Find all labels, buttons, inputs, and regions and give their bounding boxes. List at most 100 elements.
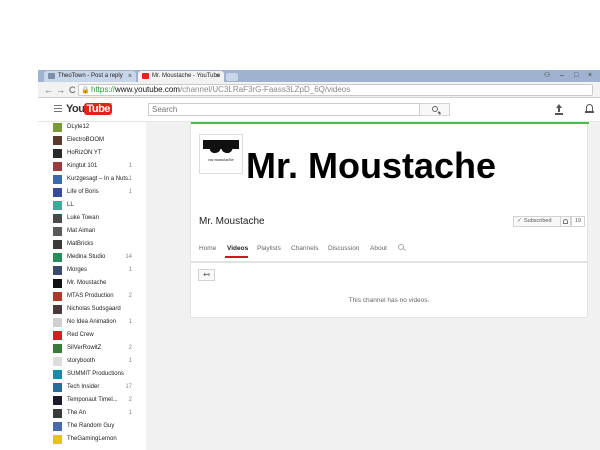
subscription-item[interactable]: Tech Insider 17	[38, 382, 146, 395]
subscription-name: Temponaut Timel...	[67, 397, 118, 403]
subscription-item[interactable]: Temponaut Timel... 2	[38, 395, 146, 408]
back-arrow-button[interactable]: ↤	[198, 269, 215, 281]
subscription-item[interactable]: ElectroBOOM	[38, 135, 146, 148]
subscription-item[interactable]: Kurzgesagt – In a Nuts... 1	[38, 174, 146, 187]
subscription-item[interactable]: SUMMIT Productions	[38, 369, 146, 382]
channel-tabs: Home Videos Playlists Channels Discussio…	[191, 240, 587, 262]
subscription-name: storybooth	[67, 358, 96, 364]
subscription-name: Life of Boris	[67, 189, 99, 195]
new-video-count: 1	[128, 176, 132, 182]
guide-menu-icon[interactable]	[54, 105, 62, 113]
notification-settings-button[interactable]	[561, 216, 571, 227]
subscription-item[interactable]: Morges 1	[38, 265, 146, 278]
subscription-name: ElectroBOOM	[67, 137, 105, 143]
new-tab-button[interactable]	[226, 73, 238, 81]
tab-about[interactable]: About	[370, 244, 387, 253]
tab-youtube[interactable]: Mr. Moustache - YouTube ×	[138, 71, 224, 82]
channel-search-icon[interactable]	[398, 244, 404, 250]
subscription-name: SUMMIT Productions	[67, 371, 124, 377]
subscription-item[interactable]: LL	[38, 200, 146, 213]
channel-avatar-icon	[53, 266, 62, 275]
new-video-count: 1	[128, 410, 132, 416]
close-tab-icon[interactable]: ×	[216, 71, 220, 82]
logo-region: MY	[105, 103, 112, 109]
subscription-item[interactable]: TheGamingLemon	[38, 434, 146, 447]
address-bar[interactable]: 🔒 https://www.youtube.com/channel/UC3LRa…	[78, 84, 593, 96]
subscription-item[interactable]: SilVerRowitZ 2	[38, 343, 146, 356]
tab-title: Mr. Moustache - YouTube	[152, 73, 221, 79]
minimize-icon[interactable]: –	[560, 70, 564, 81]
channel-avatar-icon	[53, 279, 62, 288]
tab-theotown[interactable]: TheoTown - Post a reply ×	[44, 71, 136, 82]
tab-discussion[interactable]: Discussion	[328, 244, 359, 253]
tab-playlists[interactable]: Playlists	[257, 244, 281, 253]
new-video-count: 2	[128, 345, 132, 351]
checkmark-icon: ✓	[517, 218, 523, 224]
tab-home[interactable]: Home	[199, 244, 216, 253]
subscription-name: The An	[67, 410, 87, 416]
new-video-count: 1	[128, 358, 132, 364]
upload-icon[interactable]	[555, 104, 563, 115]
search-button[interactable]	[420, 103, 450, 116]
reload-icon[interactable]: C	[69, 84, 76, 96]
tab-videos[interactable]: Videos	[227, 244, 248, 253]
maximize-icon[interactable]: □	[574, 70, 578, 81]
subscription-name: Tech Insider	[67, 384, 100, 390]
subscription-name: Medina Studio	[67, 254, 106, 260]
tab-channels[interactable]: Channels	[291, 244, 318, 253]
channel-avatar-icon	[53, 214, 62, 223]
moustache-icon	[210, 148, 232, 154]
profile-icon[interactable]: ⚇	[544, 70, 550, 81]
subscription-name: SilVerRowitZ	[67, 345, 102, 351]
subscription-name: Kingtut 101	[67, 163, 98, 169]
subscription-item[interactable]: The Random Guy	[38, 421, 146, 434]
url-host: www.youtube.com	[115, 85, 180, 94]
subscription-item[interactable]: Luke Towan	[38, 213, 146, 226]
subscription-name: Red Crew	[67, 332, 94, 338]
youtube-logo[interactable]: You Tube MY	[66, 103, 112, 116]
new-video-count: 1	[128, 189, 132, 195]
channel-avatar-icon	[53, 370, 62, 379]
close-tab-icon[interactable]: ×	[128, 71, 132, 82]
channel-avatar[interactable]: mr moustache	[199, 134, 243, 174]
subscription-item[interactable]: storybooth 1	[38, 356, 146, 369]
subscription-item[interactable]: No Idea Animation 1	[38, 317, 146, 330]
bell-icon	[563, 219, 568, 224]
subscription-item[interactable]: Mr. Moustache	[38, 278, 146, 291]
subscription-item[interactable]: DLyte12	[38, 122, 146, 135]
subscription-name: Mr. Moustache	[67, 280, 107, 286]
subscription-item[interactable]: MTAS Production 2	[38, 291, 146, 304]
back-icon[interactable]: ←	[44, 84, 53, 96]
close-window-icon[interactable]: ×	[588, 70, 592, 81]
subscription-item[interactable]: Red Crew	[38, 330, 146, 343]
subscription-item[interactable]: MatBricks	[38, 239, 146, 252]
channel-avatar-icon	[53, 331, 62, 340]
subscription-item[interactable]: Nicholas Sudsgaard	[38, 304, 146, 317]
active-tab-indicator	[225, 256, 248, 258]
notifications-bell-icon[interactable]	[585, 103, 594, 114]
forward-icon[interactable]: →	[56, 84, 65, 96]
search-icon	[432, 106, 438, 112]
channel-avatar-icon	[53, 188, 62, 197]
subscription-name: The Random Guy	[67, 423, 115, 429]
channel-avatar-icon	[53, 357, 62, 366]
channel-title[interactable]: Mr. Moustache	[199, 216, 265, 227]
channel-avatar-icon	[53, 123, 62, 132]
channel-avatar-icon	[53, 344, 62, 353]
subscription-item[interactable]: The An 1	[38, 408, 146, 421]
lock-icon: 🔒	[81, 87, 90, 94]
channel-avatar-icon	[53, 435, 62, 444]
subscription-item[interactable]: Life of Boris 1	[38, 187, 146, 200]
subscription-item[interactable]: Medina Studio 14	[38, 252, 146, 265]
youtube-masthead: You Tube MY	[38, 98, 600, 122]
subscription-name: Nicholas Sudsgaard	[67, 306, 121, 312]
subscription-name: Luke Towan	[67, 215, 99, 221]
subscription-item[interactable]: Kingtut 101 1	[38, 161, 146, 174]
videos-panel: ↤ This channel has no videos.	[190, 262, 588, 318]
subscribed-button[interactable]: ✓ Subscribed	[513, 216, 561, 227]
subscription-item[interactable]: Mat Aiman	[38, 226, 146, 239]
channel-avatar-icon	[53, 162, 62, 171]
search-input[interactable]	[148, 103, 420, 116]
subscription-item[interactable]: HoRizON YT	[38, 148, 146, 161]
screenshot: TheoTown - Post a reply × Mr. Moustache …	[0, 0, 600, 450]
